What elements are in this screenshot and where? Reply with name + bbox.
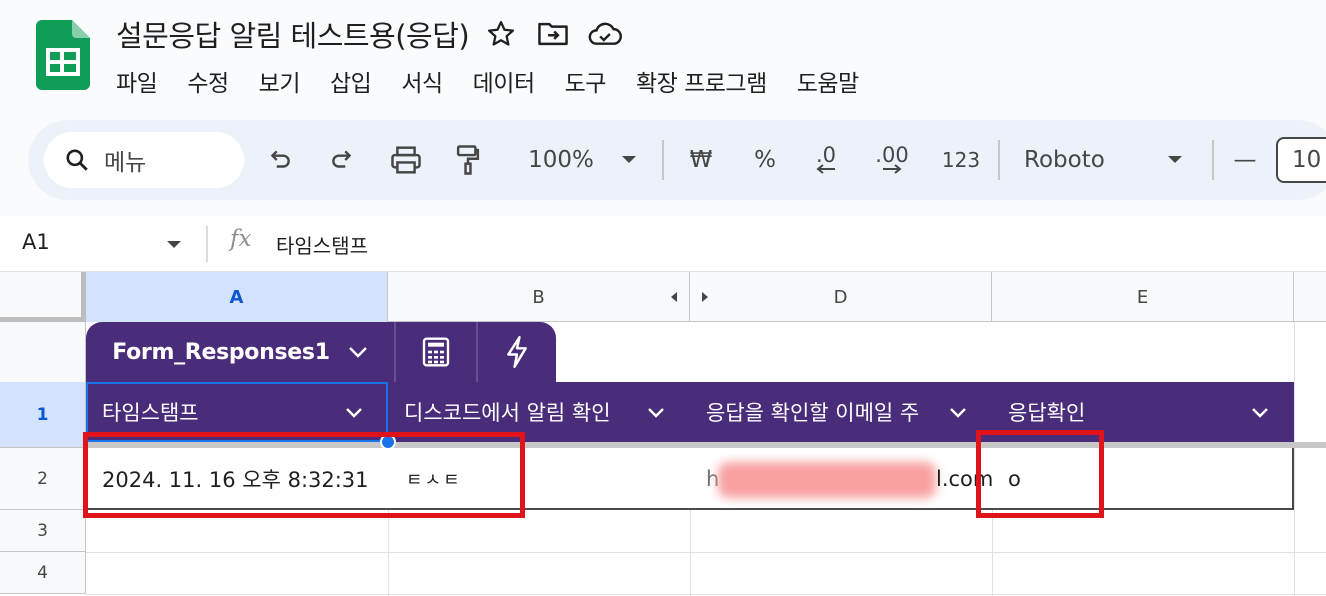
- menu-file[interactable]: 파일: [116, 64, 158, 98]
- zoom-dropdown[interactable]: [616, 138, 642, 182]
- arrow-right-icon: [883, 164, 902, 174]
- redo-icon: [332, 150, 352, 168]
- table-right-border: [1292, 448, 1294, 510]
- gridline: [86, 552, 1326, 553]
- gridline: [690, 510, 691, 596]
- table-name: Form_Responses1: [112, 339, 330, 365]
- header-label: 디스코드에서 알림 확인: [404, 401, 611, 425]
- spreadsheet-grid: A B D E 1 2 3 4 Form_Responses1 타임스탬프 디스…: [0, 272, 1326, 596]
- currency-button[interactable]: ₩: [686, 138, 716, 182]
- collapse-left-icon[interactable]: [669, 291, 679, 303]
- arrow-left-icon: [816, 164, 835, 174]
- toolbar: 메뉴 100% ₩ % .0 .00 123 Roboto — 10: [28, 120, 1326, 200]
- gridline: [388, 510, 389, 596]
- gridline: [992, 510, 993, 596]
- lightning-icon: [507, 336, 527, 368]
- print-icon: [391, 146, 421, 174]
- paint-format-icon: [456, 145, 480, 175]
- cloud-saved-icon[interactable]: [585, 14, 625, 54]
- formula-input[interactable]: 타임스탬프: [276, 230, 368, 259]
- column-header-a[interactable]: A: [86, 272, 388, 322]
- document-title[interactable]: 설문응답 알림 테스트용(응답): [116, 13, 470, 55]
- expand-right-icon[interactable]: [700, 291, 710, 303]
- column-header-d-label: D: [833, 286, 848, 308]
- menu-search[interactable]: 메뉴: [44, 132, 244, 188]
- select-all-corner[interactable]: [0, 272, 86, 322]
- search-icon: [66, 149, 88, 171]
- menu-data[interactable]: 데이터: [473, 64, 535, 98]
- font-family-value[interactable]: Roboto: [1024, 138, 1140, 182]
- table-name-button[interactable]: Form_Responses1: [86, 322, 394, 382]
- column-header-b-label: B: [532, 286, 545, 308]
- toolbar-separator: [998, 140, 1000, 180]
- toolbar-separator: [1212, 140, 1214, 180]
- increase-decimal-button[interactable]: .00: [870, 138, 914, 182]
- percent-button[interactable]: %: [750, 138, 780, 182]
- redacted-email: [718, 462, 936, 498]
- number-format-button[interactable]: 123: [936, 138, 986, 182]
- caret-down-icon: [1168, 156, 1182, 163]
- title-row: 설문응답 알림 테스트용(응답): [116, 12, 625, 56]
- star-icon[interactable]: [481, 14, 521, 54]
- print-button[interactable]: [386, 138, 426, 182]
- menu-bar: 파일 수정 보기 삽입 서식 데이터 도구 확장 프로그램 도움말: [116, 62, 889, 100]
- decrease-decimal-button[interactable]: .0: [806, 138, 846, 182]
- table-automation-button[interactable]: [478, 322, 556, 382]
- row-header-4[interactable]: 4: [0, 552, 86, 594]
- formula-bar: A1 fx 타임스탬프: [0, 216, 1326, 272]
- chevron-down-icon[interactable]: [646, 402, 666, 422]
- increase-decimal-label: .00: [875, 143, 909, 167]
- decrease-decimal-label: .0: [815, 143, 837, 167]
- table-calculation-button[interactable]: [396, 322, 476, 382]
- sheets-logo-icon[interactable]: [36, 20, 90, 90]
- font-size-input[interactable]: 10: [1276, 137, 1326, 183]
- undo-icon: [270, 150, 290, 168]
- menu-tools[interactable]: 도구: [565, 64, 607, 98]
- row-header-2[interactable]: 2: [0, 448, 86, 510]
- menu-help[interactable]: 도움말: [797, 64, 859, 98]
- chevron-down-icon[interactable]: [948, 402, 968, 422]
- menu-format[interactable]: 서식: [401, 64, 443, 98]
- row-header-1[interactable]: 1: [0, 382, 86, 448]
- menu-extensions[interactable]: 확장 프로그램: [636, 64, 767, 98]
- menu-insert[interactable]: 삽입: [330, 64, 372, 98]
- zoom-value[interactable]: 100%: [516, 138, 606, 182]
- menu-view[interactable]: 보기: [259, 64, 301, 98]
- caret-down-icon: [622, 156, 636, 163]
- table-tab: Form_Responses1: [86, 322, 556, 382]
- redo-button[interactable]: [324, 138, 360, 182]
- formula-separator: [206, 226, 208, 262]
- search-label: 메뉴: [104, 150, 147, 176]
- move-folder-icon[interactable]: [533, 14, 573, 54]
- gridline: [1294, 322, 1295, 596]
- font-size-value: 10: [1292, 147, 1322, 173]
- column-header-row: A B D E: [0, 272, 1326, 322]
- gridline: [86, 594, 1326, 595]
- undo-button[interactable]: [262, 138, 298, 182]
- highlight-box-response: [976, 430, 1104, 518]
- name-box[interactable]: A1: [22, 230, 50, 254]
- toolbar-separator: [662, 140, 664, 180]
- column-header-b[interactable]: B: [388, 272, 690, 322]
- header-label: 응답을 확인할 이메일 주: [706, 401, 920, 425]
- column-header-d[interactable]: D: [690, 272, 992, 322]
- menu-edit[interactable]: 수정: [187, 64, 229, 98]
- column-header-e[interactable]: E: [992, 272, 1294, 322]
- header: 설문응답 알림 테스트용(응답) 파일 수정 보기 삽입 서식 데이터 도구 확…: [0, 0, 1326, 108]
- font-size-decrease-button[interactable]: —: [1230, 138, 1260, 182]
- calculator-icon: [422, 337, 450, 367]
- paint-format-button[interactable]: [450, 138, 486, 182]
- row-header-3[interactable]: 3: [0, 510, 86, 552]
- chevron-down-icon: [348, 347, 367, 358]
- chevron-down-icon[interactable]: [1250, 402, 1270, 422]
- caret-down-icon[interactable]: [166, 240, 182, 250]
- header-label: 응답확인: [1008, 401, 1086, 425]
- table-header-email[interactable]: 응답을 확인할 이메일 주: [690, 382, 940, 442]
- font-family-dropdown[interactable]: [1162, 138, 1188, 182]
- row-header-spacer: [0, 322, 86, 382]
- fx-icon: fx: [230, 226, 252, 252]
- highlight-box-timestamp: [83, 432, 525, 518]
